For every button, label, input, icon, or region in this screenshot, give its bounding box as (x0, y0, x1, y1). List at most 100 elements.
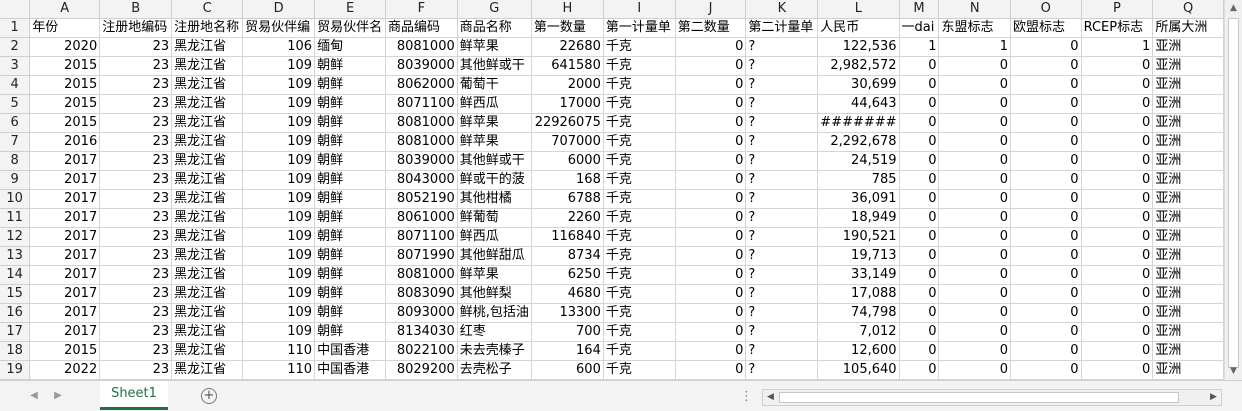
cell[interactable]: 亚洲 (1152, 132, 1224, 152)
cell[interactable]: ? (745, 170, 819, 190)
cell[interactable]: 鲜桃,包括油 (457, 303, 532, 323)
cell[interactable]: 0 (1081, 322, 1154, 342)
cell[interactable]: 千克 (603, 303, 676, 323)
cell[interactable]: 鲜葡萄 (457, 208, 532, 228)
cell[interactable]: 0 (1010, 208, 1082, 228)
row-header[interactable]: 17 (0, 322, 31, 342)
cell[interactable]: 7,012 (817, 322, 900, 342)
cell[interactable]: 6788 (531, 189, 604, 209)
cell[interactable]: 0 (675, 284, 747, 304)
cell[interactable]: 8081000 (385, 265, 458, 285)
row-header[interactable]: 3 (0, 56, 31, 76)
column-header[interactable]: C (171, 0, 244, 19)
cell[interactable]: 0 (899, 75, 940, 95)
prev-sheet-icon[interactable]: ◀ (26, 388, 42, 404)
cell[interactable]: 去壳松子 (457, 360, 532, 380)
cell[interactable]: 105,640 (817, 360, 900, 380)
cell[interactable]: 0 (899, 265, 940, 285)
cell[interactable]: 朝鲜 (314, 227, 387, 247)
cell[interactable]: 109 (242, 303, 316, 323)
cell[interactable]: 23 (99, 303, 173, 323)
cell[interactable]: 缅甸 (314, 37, 387, 57)
column-header[interactable]: L (817, 0, 900, 19)
cell[interactable]: 千克 (603, 94, 676, 114)
cell[interactable]: 0 (1081, 227, 1154, 247)
scroll-right-arrow-icon[interactable]: ▶ (1206, 390, 1221, 405)
cell[interactable]: 红枣 (457, 322, 532, 342)
cell[interactable]: 2017 (29, 265, 101, 285)
cell[interactable]: 2017 (29, 189, 101, 209)
row-header[interactable]: 4 (0, 75, 31, 95)
cell[interactable]: 23 (99, 170, 173, 190)
cell[interactable]: 0 (1081, 189, 1154, 209)
row-header[interactable]: 5 (0, 94, 31, 114)
cell[interactable]: 朝鲜 (314, 132, 387, 152)
cell[interactable]: 0 (1081, 56, 1154, 76)
cell[interactable]: 千克 (603, 170, 676, 190)
cell[interactable]: 2017 (29, 170, 101, 190)
cell[interactable]: 亚洲 (1152, 227, 1224, 247)
cell[interactable]: 第二计量单 (745, 18, 819, 38)
cell[interactable]: 千克 (603, 113, 676, 133)
cell[interactable]: 千克 (603, 246, 676, 266)
cell[interactable]: 0 (675, 113, 747, 133)
cell[interactable]: 亚洲 (1152, 113, 1224, 133)
cell[interactable]: 商品编码 (385, 18, 458, 38)
cell[interactable]: 亚洲 (1152, 360, 1224, 380)
cell[interactable]: 第一数量 (531, 18, 604, 38)
cell[interactable]: 0 (1010, 322, 1082, 342)
cell[interactable]: 千克 (603, 189, 676, 209)
cell[interactable]: 23 (99, 94, 173, 114)
cell[interactable]: 鲜西瓜 (457, 227, 532, 247)
cell[interactable]: 亚洲 (1152, 189, 1224, 209)
cell[interactable]: ? (745, 360, 819, 380)
cell[interactable]: 东盟标志 (938, 18, 1011, 38)
row-header[interactable]: 8 (0, 151, 31, 171)
cell[interactable]: 0 (899, 322, 940, 342)
cell[interactable]: 0 (1010, 75, 1082, 95)
cell[interactable]: 0 (675, 170, 747, 190)
cell[interactable]: 109 (242, 113, 316, 133)
cell[interactable]: 黑龙江省 (171, 37, 244, 57)
cell[interactable]: 109 (242, 56, 316, 76)
cell[interactable]: 0 (1081, 113, 1154, 133)
cell[interactable]: 33,149 (817, 265, 900, 285)
cell[interactable]: 23 (99, 227, 173, 247)
cell[interactable]: 0 (1010, 360, 1082, 380)
cell[interactable]: 0 (1081, 284, 1154, 304)
column-header[interactable]: J (675, 0, 747, 19)
cell[interactable]: 亚洲 (1152, 303, 1224, 323)
cell[interactable]: 12,600 (817, 341, 900, 361)
cell[interactable]: 0 (938, 265, 1011, 285)
cell[interactable]: 一dai (899, 18, 940, 38)
cell[interactable]: 朝鲜 (314, 56, 387, 76)
cell[interactable]: 0 (1010, 151, 1082, 171)
cell[interactable]: 0 (1010, 170, 1082, 190)
cell[interactable]: 0 (899, 56, 940, 76)
cell[interactable]: 0 (938, 151, 1011, 171)
cell[interactable]: 0 (1010, 37, 1082, 57)
row-header[interactable]: 10 (0, 189, 31, 209)
cell[interactable]: 亚洲 (1152, 322, 1224, 342)
cell[interactable]: 0 (1010, 341, 1082, 361)
cell[interactable]: 23 (99, 360, 173, 380)
cell[interactable]: 其他鲜或干 (457, 56, 532, 76)
cell[interactable]: 黑龙江省 (171, 227, 244, 247)
column-header[interactable]: D (242, 0, 316, 19)
cell[interactable]: 黑龙江省 (171, 303, 244, 323)
cell[interactable]: 0 (899, 189, 940, 209)
cell[interactable]: 23 (99, 113, 173, 133)
cell[interactable]: 8029200 (385, 360, 458, 380)
cell[interactable]: 0 (938, 284, 1011, 304)
cell[interactable]: ? (745, 322, 819, 342)
cell[interactable]: 其他柑橘 (457, 189, 532, 209)
cell[interactable]: 年份 (29, 18, 101, 38)
cell[interactable]: 8081000 (385, 113, 458, 133)
cell[interactable]: 8093000 (385, 303, 458, 323)
cell[interactable]: 2015 (29, 56, 101, 76)
cell[interactable]: 19,713 (817, 246, 900, 266)
row-header[interactable]: 18 (0, 341, 31, 361)
cell[interactable]: 0 (1081, 94, 1154, 114)
cell[interactable]: 朝鲜 (314, 246, 387, 266)
vertical-scrollbar[interactable]: ▲ ▼ (1224, 0, 1242, 380)
